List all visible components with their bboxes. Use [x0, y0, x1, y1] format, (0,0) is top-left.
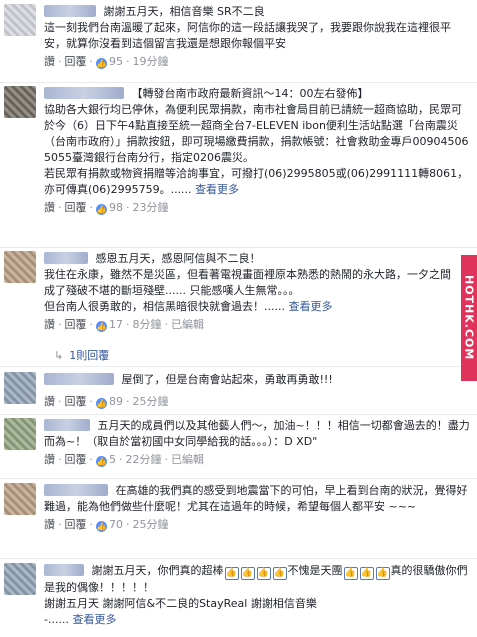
commenter-name[interactable] [44, 252, 88, 264]
commenter-name[interactable] [44, 564, 84, 576]
comment-text: 五月天的成員們以及其他藝人們～，加油~！！！相信一切都會過去的！盡力而為~！（取… [44, 419, 470, 448]
timestamp[interactable]: 25分鐘 [133, 395, 169, 408]
like-link[interactable]: 讚 [44, 395, 55, 408]
reply-link[interactable]: 回覆 [65, 518, 87, 531]
avatar[interactable] [4, 4, 36, 36]
comment-body-continued: -...... [44, 613, 69, 626]
see-more-link[interactable]: 查看更多 [288, 300, 332, 313]
comment-text: 謝謝五月天，你們真的超棒 [91, 564, 224, 577]
like-icon: 👍 [96, 521, 107, 532]
timestamp[interactable]: 23分鐘 [133, 201, 169, 214]
commenter-name[interactable] [44, 5, 96, 17]
divider [0, 247, 477, 248]
avatar[interactable] [4, 418, 36, 450]
comment-actions: 讚 · 回覆 · 👍 5 · 22分鐘 · 已編輯 [44, 453, 204, 467]
thumbs-up-icon: 👍 [343, 567, 358, 580]
avatar[interactable] [4, 251, 36, 283]
comment-actions: 讚 · 回覆 · 👍 17 · 8分鐘 · 已編輯 [44, 318, 204, 332]
avatar[interactable] [4, 563, 36, 595]
thumbs-up-icon: 👍 [256, 567, 271, 580]
commenter-name[interactable] [44, 87, 124, 99]
timestamp[interactable]: 25分鐘 [133, 518, 169, 531]
comment-text: 謝謝五月天，相信音樂 SR不二良 [103, 5, 265, 18]
reply-count[interactable]: 1則回覆 [69, 349, 109, 362]
like-link[interactable]: 讚 [44, 201, 55, 214]
like-icon: 👍 [96, 456, 107, 467]
like-count[interactable]: 70 [109, 518, 123, 531]
like-link[interactable]: 讚 [44, 55, 55, 68]
comment-text: 【轉發台南市政府最新資訊～14：00左右發佈】 [131, 87, 369, 100]
avatar[interactable] [4, 86, 36, 118]
see-more-link[interactable]: 查看更多 [72, 613, 116, 626]
avatar[interactable] [4, 372, 36, 404]
edited-label[interactable]: 已編輯 [171, 318, 204, 331]
see-more-link[interactable]: 查看更多 [195, 183, 239, 196]
comment-text: 屋倒了，但是台南會站起來，勇敢再勇敢!!! [121, 373, 333, 386]
reply-link[interactable]: 回覆 [65, 453, 87, 466]
watermark: HOTHK.COM [461, 255, 477, 381]
edited-label[interactable]: 已編輯 [171, 453, 204, 466]
comment-actions: 讚 · 回覆 · 👍 98 · 23分鐘 [44, 201, 169, 215]
thumbs-up-icon: 👍 [359, 567, 374, 580]
like-icon: 👍 [96, 321, 107, 332]
reply-link[interactable]: 回覆 [65, 55, 87, 68]
comment-body: 我住在永康，雖然不是災區，但看著電視畫面裡原本熟悉的熱鬧的永大路，一夕之間成了殘… [44, 268, 451, 297]
thumbs-up-icon: 👍 [240, 567, 255, 580]
divider [0, 478, 477, 479]
thumbs-up-icon: 👍 [375, 567, 390, 580]
like-count[interactable]: 5 [109, 453, 116, 466]
divider [0, 414, 477, 415]
like-link[interactable]: 讚 [44, 518, 55, 531]
reply-arrow-icon: ↳ [54, 349, 64, 362]
comment-text: 感恩五月天，感恩阿信與不二良！ [95, 252, 261, 265]
like-count[interactable]: 89 [109, 395, 123, 408]
thumbs-up-icon: 👍 [224, 567, 239, 580]
divider [0, 366, 477, 367]
comment-body-continued: 若民眾有捐款或物資捐贈等洽詢事宜，可撥打(06)2995805或(06)2991… [44, 167, 469, 196]
commenter-name[interactable] [44, 484, 108, 496]
timestamp[interactable]: 8分鐘 [133, 318, 162, 331]
comment-body: 謝謝五月天 謝謝阿信&不二良的StayReal 謝謝相信音樂 [44, 597, 317, 610]
timestamp[interactable]: 22分鐘 [126, 453, 162, 466]
divider [0, 558, 477, 559]
comment-text-b: 不愧是天團 [287, 564, 343, 577]
like-icon: 👍 [96, 204, 107, 215]
thumbs-up-icon: 👍 [272, 567, 287, 580]
comment-actions: 讚 · 回覆 · 👍 95 · 19分鐘 [44, 55, 169, 69]
comment-body-continued: 但台南人很勇敢的，相信黑暗很快就會過去！...... [44, 300, 285, 313]
like-count[interactable]: 17 [109, 318, 123, 331]
like-icon: 👍 [96, 398, 107, 409]
comment-body: 這一刻我們台南溫暖了起來，阿信你的這一段話讓我哭了，我要跟你說我在這裡很平安，就… [44, 21, 451, 50]
like-link[interactable]: 讚 [44, 318, 55, 331]
like-icon: 👍 [96, 58, 107, 69]
timestamp[interactable]: 19分鐘 [133, 55, 169, 68]
commenter-name[interactable] [44, 419, 90, 431]
comment-body: 協助各大銀行均已停休，為便利民眾捐款，南市社會局目前已請統一超商協助，民眾可於今… [44, 103, 469, 164]
reply-link[interactable]: 回覆 [65, 395, 87, 408]
like-link[interactable]: 讚 [44, 453, 55, 466]
reply-link[interactable]: 回覆 [65, 318, 87, 331]
commenter-name[interactable] [44, 373, 114, 385]
comment-actions: 讚 · 回覆 · 👍 70 · 25分鐘 [44, 518, 169, 532]
divider [0, 82, 477, 83]
like-count[interactable]: 98 [109, 201, 123, 214]
comment-actions: 讚 · 回覆 · 👍 89 · 25分鐘 [44, 395, 169, 409]
reply-link[interactable]: 回覆 [65, 201, 87, 214]
view-replies-link[interactable]: ↳ 1則回覆 [54, 347, 109, 363]
like-count[interactable]: 95 [109, 55, 123, 68]
avatar[interactable] [4, 483, 36, 515]
